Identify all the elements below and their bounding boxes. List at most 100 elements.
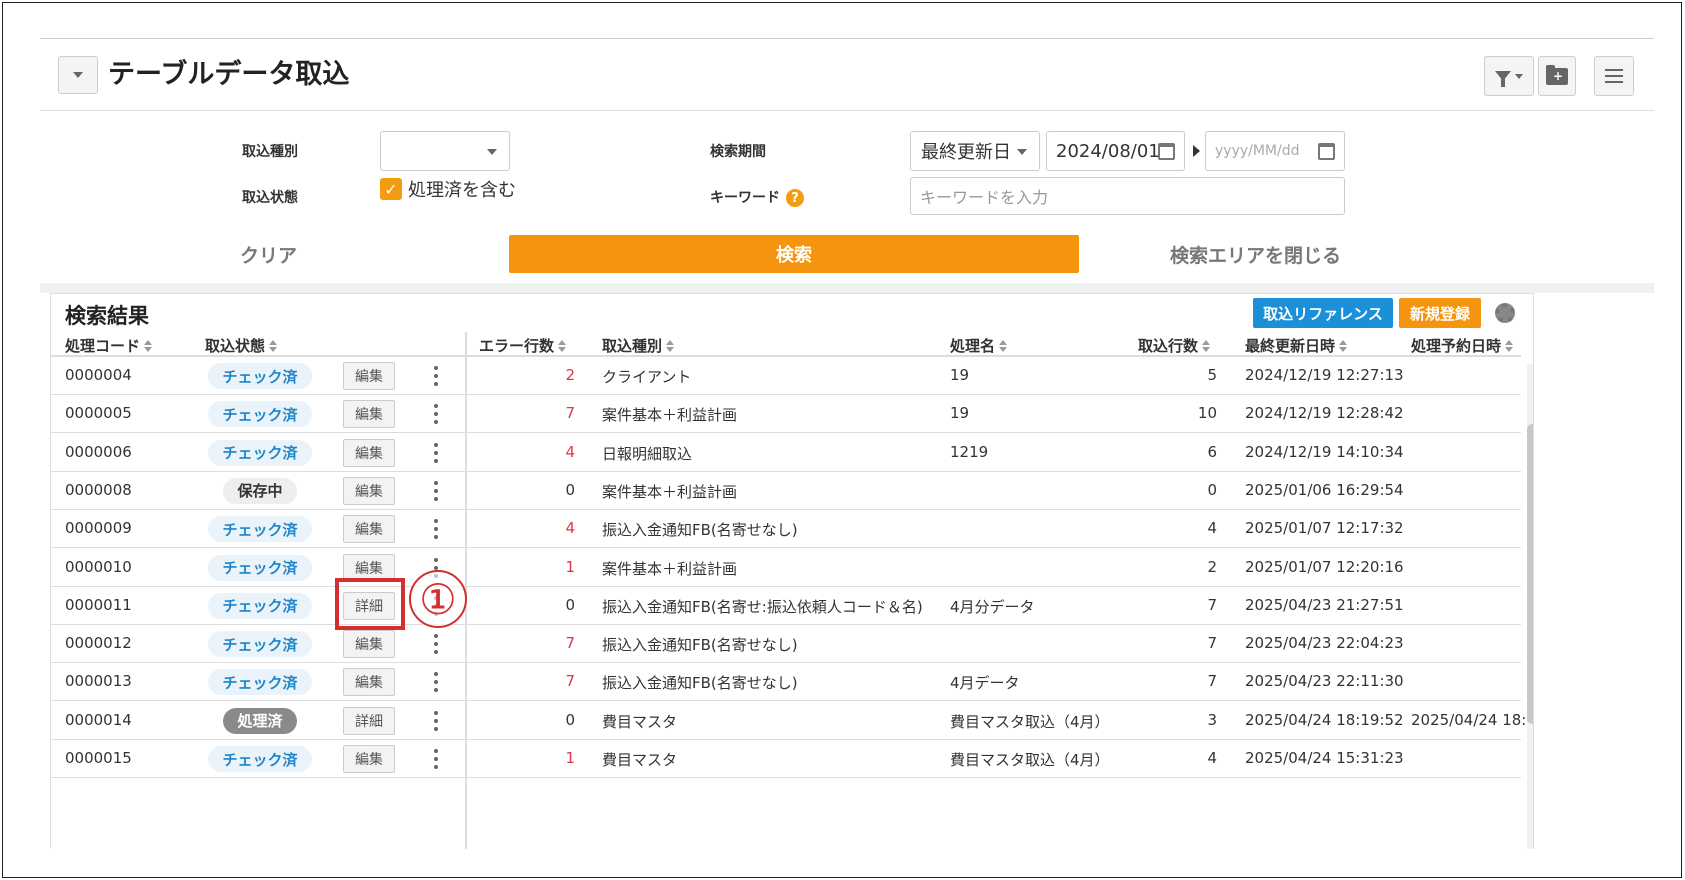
include-processed-label[interactable]: 処理済を含む bbox=[408, 176, 516, 202]
process-code: 0000012 bbox=[65, 634, 132, 653]
process-code: 0000015 bbox=[65, 749, 132, 767]
date-from-value: 2024/08/01 bbox=[1056, 140, 1160, 162]
results-title: 検索結果 bbox=[65, 304, 149, 328]
updated-at: 2025/04/23 22:11:30 bbox=[1245, 672, 1404, 691]
import-type: 振込入金通知FB(名寄せなし) bbox=[602, 636, 798, 655]
kebab-menu-icon[interactable] bbox=[434, 634, 438, 655]
table-row[interactable]: 0000014 処理済 詳細 0 費目マスタ 費目マスタ取込（4月） 3 2025/04/24… bbox=[51, 702, 1526, 740]
sort-icon[interactable] bbox=[1202, 340, 1211, 352]
help-icon[interactable]: ? bbox=[786, 189, 804, 207]
gear-icon[interactable] bbox=[1495, 303, 1515, 323]
process-name: 19 bbox=[950, 366, 970, 384]
table-row[interactable]: 0000009 チェック済 編集 4 振込入金通知FB(名寄せなし) 4 2025/01/0… bbox=[51, 510, 1521, 549]
annotation-number: ① bbox=[409, 570, 467, 628]
edit-button[interactable]: 編集 bbox=[343, 745, 395, 773]
kebab-menu-icon[interactable] bbox=[434, 442, 438, 463]
status-badge: チェック済 bbox=[208, 516, 312, 543]
new-registration-button[interactable]: 新規登録 bbox=[1399, 298, 1481, 328]
edit-button[interactable]: 編集 bbox=[343, 438, 395, 467]
column-header-status[interactable]: 取込状態 bbox=[205, 335, 278, 356]
table-row[interactable]: 0000011 チェック済 詳細 0 振込入金通知FB(名寄せ:振込依頼人コード＆名) 4… bbox=[51, 587, 1521, 625]
chevron-down-icon bbox=[73, 72, 83, 78]
table-row[interactable]: 0000010 チェック済 編集 1 案件基本＋利益計画 2 2025/01/07 12:2… bbox=[51, 549, 1521, 587]
scrollbar-thumb[interactable] bbox=[1527, 424, 1533, 724]
chevron-down-icon bbox=[1515, 73, 1523, 79]
edit-button[interactable]: 編集 bbox=[343, 630, 395, 659]
edit-button[interactable]: 編集 bbox=[343, 476, 395, 505]
column-header-updated[interactable]: 最終更新日時 bbox=[1245, 335, 1348, 356]
calendar-icon[interactable] bbox=[1318, 143, 1335, 160]
kebab-menu-icon[interactable] bbox=[434, 404, 438, 425]
column-header-code[interactable]: 処理コード bbox=[65, 335, 153, 356]
keyword-input[interactable]: キーワードを入力 bbox=[910, 177, 1345, 215]
sort-icon[interactable] bbox=[666, 340, 675, 352]
date-to-input[interactable]: yyyy/MM/dd bbox=[1205, 131, 1345, 171]
sort-icon[interactable] bbox=[999, 340, 1008, 352]
kebab-menu-icon[interactable] bbox=[434, 710, 438, 731]
status-badge: 処理済 bbox=[223, 707, 297, 734]
period-type-select[interactable]: 最終更新日 bbox=[910, 131, 1040, 171]
close-search-area-button[interactable]: 検索エリアを閉じる bbox=[1170, 241, 1341, 268]
table-row[interactable]: 0000013 チェック済 編集 7 振込入金通知FB(名寄せなし) 4月データ 7 2025… bbox=[51, 663, 1521, 702]
sort-icon[interactable] bbox=[1505, 340, 1514, 352]
table-row[interactable]: 0000015 チェック済 編集 1 費目マスタ 費目マスタ取込（4月） 4 2025/04/… bbox=[51, 740, 1521, 778]
search-action-bar: クリア 検索 検索エリアを閉じる bbox=[40, 227, 1654, 283]
column-header-rows[interactable]: 取込行数 bbox=[1138, 335, 1211, 356]
status-badge: チェック済 bbox=[208, 631, 312, 658]
table-row[interactable]: 0000005 チェック済 編集 7 案件基本＋利益計画 19 10 2024/12/19 1… bbox=[51, 395, 1521, 434]
import-type: 案件基本＋利益計画 bbox=[602, 482, 738, 501]
column-header-errors[interactable]: エラー行数 bbox=[479, 335, 567, 356]
sort-icon[interactable] bbox=[144, 340, 153, 352]
kebab-menu-icon[interactable] bbox=[434, 519, 438, 540]
filter-icon bbox=[1495, 71, 1511, 87]
sort-icon[interactable] bbox=[1339, 340, 1348, 352]
status-badge: チェック済 bbox=[208, 439, 312, 466]
detail-button[interactable]: 詳細 bbox=[343, 706, 395, 735]
menu-button[interactable] bbox=[1594, 56, 1634, 96]
table-row[interactable]: 0000012 チェック済 編集 7 振込入金通知FB(名寄せなし) 7 2025/04/2… bbox=[51, 625, 1521, 664]
row-count: 2 bbox=[1207, 557, 1217, 576]
updated-at: 2025/04/24 18:19:52 bbox=[1245, 710, 1404, 729]
search-button[interactable]: 検索 bbox=[509, 235, 1079, 273]
include-processed-checkbox[interactable]: ✓ bbox=[380, 178, 402, 200]
error-count: 7 bbox=[565, 634, 575, 653]
table-row[interactable]: 0000008 保存中 編集 0 案件基本＋利益計画 0 2025/01/06 16:29:… bbox=[51, 472, 1521, 510]
filter-button[interactable] bbox=[1484, 56, 1534, 96]
kebab-menu-icon[interactable] bbox=[434, 480, 438, 501]
sort-icon[interactable] bbox=[558, 340, 567, 352]
collapse-toggle-button[interactable] bbox=[58, 56, 98, 94]
app-window: テーブルデータ取込 + 取込種別 取込状態 ✓ 処理済を含む 検索期間 最終更新… bbox=[40, 38, 1654, 849]
column-header-name[interactable]: 処理名 bbox=[950, 335, 1008, 356]
edit-button[interactable]: 編集 bbox=[343, 400, 395, 429]
import-type: 振込入金通知FB(名寄せなし) bbox=[602, 674, 798, 693]
process-code: 0000006 bbox=[65, 442, 132, 461]
calendar-icon[interactable] bbox=[1158, 143, 1175, 160]
row-count: 4 bbox=[1207, 749, 1217, 767]
column-header-type[interactable]: 取込種別 bbox=[602, 335, 675, 356]
kebab-menu-icon[interactable] bbox=[434, 366, 438, 386]
row-count: 10 bbox=[1197, 404, 1217, 423]
sort-icon[interactable] bbox=[269, 340, 278, 352]
add-folder-button[interactable]: + bbox=[1538, 56, 1576, 96]
edit-button[interactable]: 編集 bbox=[343, 668, 395, 697]
row-count: 4 bbox=[1207, 519, 1217, 538]
kebab-menu-icon[interactable] bbox=[434, 672, 438, 693]
edit-button[interactable]: 編集 bbox=[343, 515, 395, 544]
import-reference-button[interactable]: 取込リファレンス bbox=[1253, 298, 1393, 328]
updated-at: 2025/04/23 21:27:51 bbox=[1245, 595, 1404, 614]
kebab-menu-icon[interactable] bbox=[434, 749, 438, 769]
import-type: 日報明細取込 bbox=[602, 444, 693, 463]
updated-at: 2025/01/07 12:17:32 bbox=[1245, 519, 1404, 538]
column-header-scheduled[interactable]: 処理予約日時 bbox=[1411, 335, 1514, 356]
vertical-scrollbar[interactable] bbox=[1527, 364, 1533, 849]
table-row[interactable]: 0000004 チェック済 編集 2 クライアント 19 5 2024/12/19 12:27… bbox=[51, 357, 1521, 395]
updated-at: 2025/04/24 15:31:23 bbox=[1245, 749, 1404, 767]
process-name: 1219 bbox=[950, 442, 989, 461]
import-type: クライアント bbox=[602, 368, 692, 386]
date-from-input[interactable]: 2024/08/01 bbox=[1046, 131, 1185, 171]
table-row[interactable]: 0000006 チェック済 編集 4 日報明細取込 1219 6 2024/12/19 14:… bbox=[51, 434, 1521, 472]
clear-button[interactable]: クリア bbox=[240, 241, 297, 268]
chevron-down-icon bbox=[487, 149, 497, 155]
edit-button[interactable]: 編集 bbox=[343, 362, 395, 390]
import-type-select[interactable] bbox=[380, 131, 510, 171]
